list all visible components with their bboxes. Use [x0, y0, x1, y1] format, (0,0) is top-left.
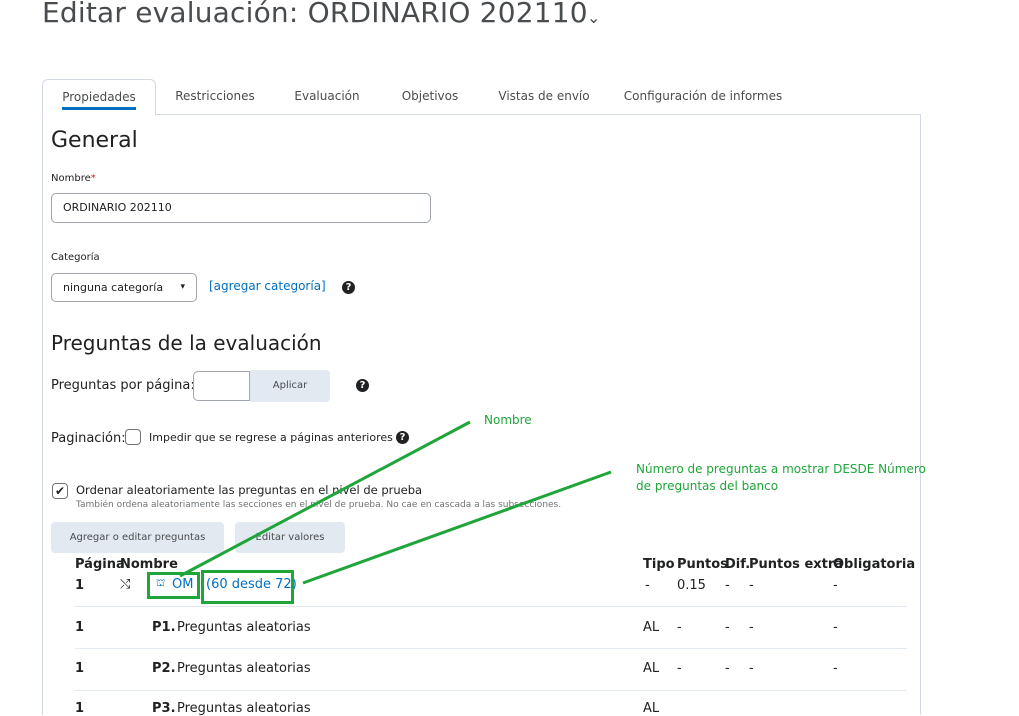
annotation-box-nombre — [147, 572, 200, 599]
tab-propiedades[interactable]: Propiedades — [42, 79, 156, 116]
annotation-count: Número de preguntas a mostrar DESDE Núme… — [636, 462, 926, 493]
annotation-arrow-nombre — [179, 420, 471, 578]
annotation-nombre: Nombre — [484, 413, 532, 427]
annotation-arrow-count — [302, 470, 612, 585]
annotation-box-count — [201, 570, 294, 604]
